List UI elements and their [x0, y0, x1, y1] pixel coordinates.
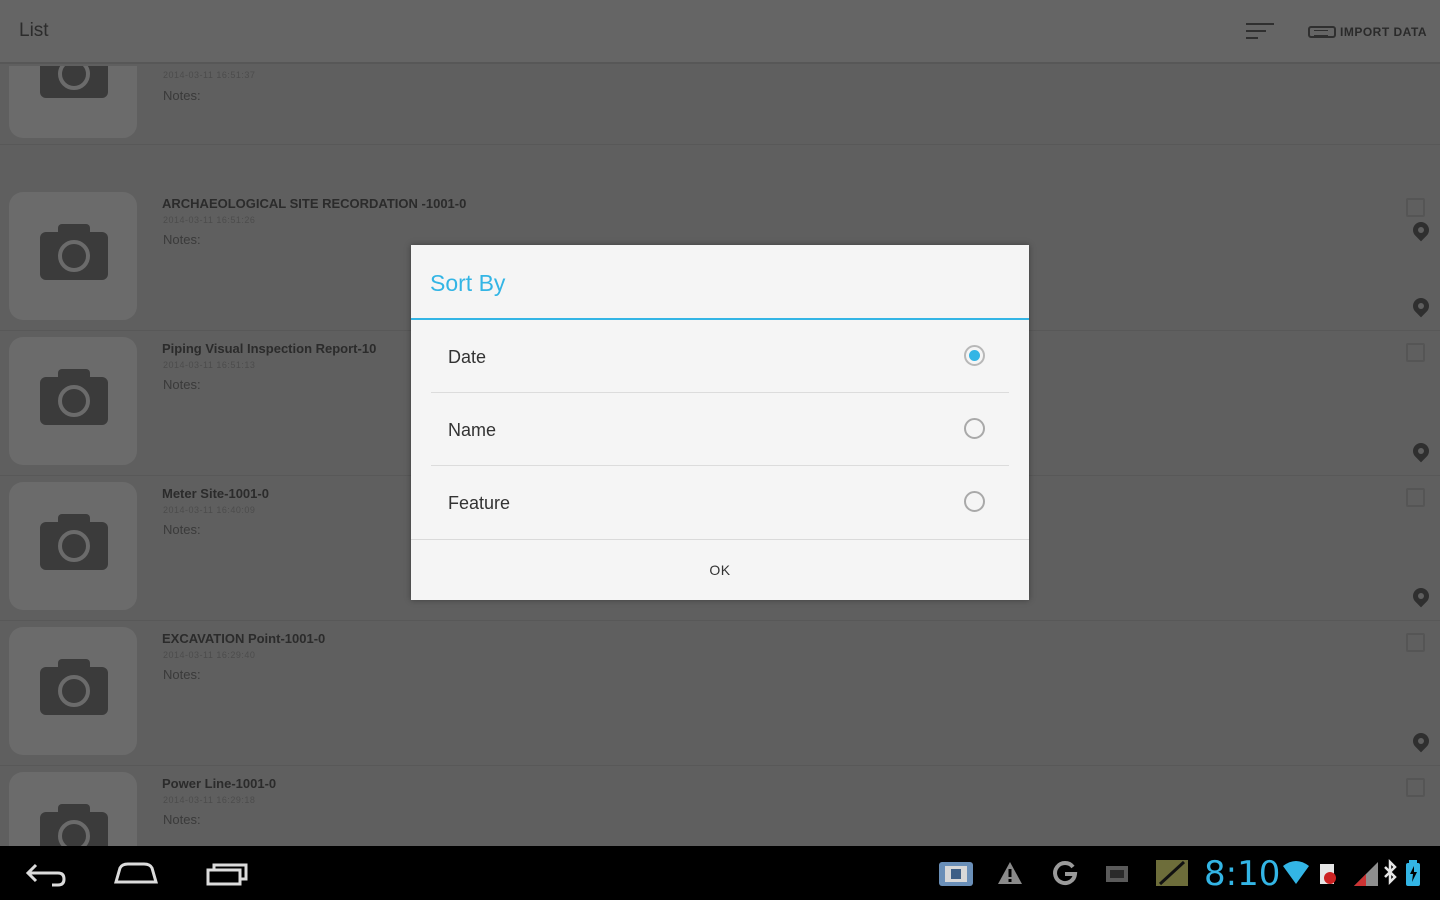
signal-icon[interactable]	[1352, 858, 1382, 888]
back-icon[interactable]	[24, 856, 68, 890]
sdcard-icon[interactable]	[1154, 858, 1190, 888]
bluetooth-icon[interactable]	[1382, 858, 1398, 888]
photo-thumbnail[interactable]	[9, 192, 137, 320]
item-title: ARCHAEOLOGICAL SITE RECORDATION -1001-0	[162, 196, 467, 211]
google-icon[interactable]	[1050, 858, 1080, 888]
status-clock[interactable]: 8:10	[1204, 854, 1280, 894]
sort-icon-line-2	[1246, 30, 1266, 32]
item-checkbox[interactable]	[1406, 198, 1425, 217]
photo-thumbnail[interactable]	[9, 66, 137, 138]
import-data-label: IMPORT DATA	[1340, 25, 1428, 39]
radio-unselected-icon[interactable]	[964, 418, 985, 439]
device-alert-icon[interactable]	[1316, 858, 1338, 888]
sort-icon	[1246, 23, 1274, 25]
photo-thumbnail[interactable]	[9, 482, 137, 610]
list-item[interactable]: Power Line-1001-0 2014-03-11 16:29:18 No…	[0, 766, 1440, 846]
item-checkbox[interactable]	[1406, 488, 1425, 507]
item-date: 2014-03-11 16:51:37	[163, 70, 256, 80]
location-pin-icon[interactable]	[1413, 443, 1429, 467]
sort-option-label: Date	[448, 347, 487, 367]
item-title: Meter Site-1001-0	[162, 486, 269, 501]
item-title: Piping Visual Inspection Report-10	[162, 341, 377, 356]
recent-apps-icon[interactable]	[200, 856, 252, 890]
camera-icon	[40, 802, 108, 846]
item-notes: Notes:	[163, 667, 201, 682]
home-icon[interactable]	[110, 856, 162, 890]
sort-option-name[interactable]: Name	[431, 393, 1009, 466]
item-checkbox[interactable]	[1406, 633, 1425, 652]
import-data-button[interactable]: IMPORT DATA	[1308, 22, 1427, 42]
wifi-icon[interactable]	[1281, 858, 1311, 888]
item-date: 2014-03-11 16:29:18	[163, 795, 256, 805]
sort-icon-line-3	[1246, 37, 1258, 39]
camera-icon	[40, 657, 108, 715]
item-notes: Notes:	[163, 232, 201, 247]
ok-button[interactable]: OK	[411, 540, 1029, 601]
item-date: 2014-03-11 16:29:40	[163, 650, 256, 660]
item-notes: Notes:	[163, 522, 201, 537]
battery-icon[interactable]	[1402, 858, 1424, 888]
warning-icon[interactable]	[996, 858, 1024, 888]
camera-icon	[40, 222, 108, 280]
list-item[interactable]: 2014-03-11 16:51:37 Notes:	[0, 66, 1440, 233]
photo-thumbnail[interactable]	[9, 627, 137, 755]
item-checkbox[interactable]	[1406, 778, 1425, 797]
app-notification-icon[interactable]	[937, 858, 975, 888]
radio-selected-icon[interactable]	[964, 345, 985, 366]
item-notes: Notes:	[163, 812, 201, 827]
sort-button[interactable]	[1240, 18, 1280, 48]
camera-icon	[40, 367, 108, 425]
usb-debug-icon[interactable]	[1102, 858, 1134, 888]
system-navigation-bar: 8:10	[0, 846, 1440, 900]
sort-option-label: Feature	[448, 493, 511, 513]
item-date: 2014-03-11 16:51:26	[163, 215, 256, 225]
item-date: 2014-03-11 16:40:09	[163, 505, 256, 515]
camera-icon	[40, 512, 108, 570]
item-notes: Notes:	[163, 377, 201, 392]
item-title: EXCAVATION Point-1001-0	[162, 631, 326, 646]
item-notes: Notes:	[163, 88, 201, 103]
location-pin-icon[interactable]	[1413, 298, 1429, 322]
item-date: 2014-03-11 16:51:13	[163, 360, 256, 370]
item-checkbox[interactable]	[1406, 343, 1425, 362]
dialog-title: Sort By	[430, 270, 506, 296]
sort-option-feature[interactable]: Feature	[431, 466, 1009, 539]
item-title: Power Line-1001-0	[162, 776, 277, 791]
location-pin-icon[interactable]	[1413, 733, 1429, 757]
photo-thumbnail[interactable]	[9, 337, 137, 465]
page-title: List	[19, 20, 49, 41]
import-data-icon	[1308, 26, 1336, 38]
sort-option-label: Name	[448, 420, 497, 440]
action-bar: List IMPORT DATA	[0, 0, 1440, 64]
photo-thumbnail[interactable]	[9, 772, 137, 846]
location-pin-icon[interactable]	[1413, 588, 1429, 612]
dialog-button-bar: OK	[411, 539, 1029, 600]
camera-icon	[40, 66, 108, 98]
radio-unselected-icon[interactable]	[964, 491, 985, 512]
sort-option-date[interactable]: Date	[431, 320, 1009, 393]
list-item[interactable]: EXCAVATION Point-1001-0 2014-03-11 16:29…	[0, 621, 1440, 766]
sort-by-dialog: Sort By Date Name Feature OK	[411, 245, 1029, 600]
